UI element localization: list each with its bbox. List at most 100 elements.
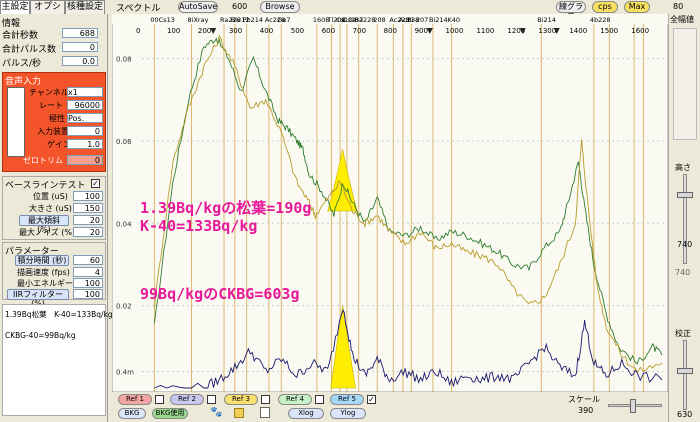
calibration-slider-thumb[interactable] <box>677 368 693 374</box>
max-noise-field[interactable]: 20 <box>73 227 103 237</box>
x-tick-label: 1400 <box>569 27 587 35</box>
notes-line-2: CKBG-40=99Bq/kg <box>5 331 76 340</box>
x-tick-label: 1000 <box>446 27 464 35</box>
autosave-button[interactable]: AutoSave <box>178 1 218 13</box>
zero-trim-field[interactable]: 0 <box>67 155 103 165</box>
overlay-line-2: K-40=133Bq/kg <box>140 217 258 235</box>
ref5-button[interactable]: Ref 5 <box>330 394 364 405</box>
xlog-button[interactable]: Xlog <box>288 408 324 419</box>
max-button[interactable]: Max <box>624 1 650 13</box>
integration-time-button[interactable]: 積分時間 (秒) <box>15 255 69 266</box>
browse-button[interactable]: Browse <box>260 1 300 13</box>
min-energy-field[interactable]: 100 <box>73 278 103 288</box>
input-device-field[interactable]: 0 <box>67 126 103 136</box>
baseline-title: ベースラインテスト <box>5 181 86 191</box>
nuclide-label: K40 <box>448 16 461 24</box>
nuclide-label: Bi-207 <box>407 16 428 24</box>
size-field[interactable]: 150 <box>73 203 103 213</box>
fullwidth-label: 全幅値 <box>670 15 694 24</box>
left-panel: 情報 合計秒数 688 合計パルス数 0 パルス/秒 0.0 音声入力 チャンネ… <box>0 14 113 422</box>
position-field[interactable]: 100 <box>73 191 103 201</box>
notes-area[interactable]: 1.39Bq松葉 K-40=133Bq/kg CKBG-40=99Bq/kg <box>2 304 113 416</box>
ref2-button[interactable]: Ref 2 <box>170 394 204 405</box>
nuclide-label: 00Cs13 <box>150 16 174 24</box>
document-icon[interactable] <box>260 407 270 418</box>
x-tick-label: 1100 <box>476 27 494 35</box>
height-tick: 740 <box>675 268 691 277</box>
tab-options[interactable]: オプション <box>30 0 65 25</box>
input-device-label: 入力装置 <box>37 127 69 136</box>
nuclide-label: 8iXray <box>188 16 209 24</box>
ref1-checkbox[interactable] <box>155 395 164 404</box>
iir-filter-field[interactable]: 100 <box>73 289 103 299</box>
ref3-checkbox[interactable] <box>261 395 270 404</box>
y-tick-label: 0.04 <box>116 220 132 228</box>
max-noise-label: 最大ノイズ (%) <box>19 228 76 237</box>
size-label: 大きさ (uS) <box>29 204 72 213</box>
x-tick-label: 300 <box>229 27 242 35</box>
scale-slider-thumb[interactable] <box>630 399 636 413</box>
fullwidth-track[interactable] <box>673 28 697 140</box>
integration-time-field[interactable]: 60 <box>73 255 103 265</box>
nuclide-label: 208 <box>373 16 385 24</box>
ref1-button[interactable]: Ref 1 <box>118 394 152 405</box>
rate-field[interactable]: 96000 <box>67 100 103 110</box>
x-tick-label: 1300 <box>538 27 556 35</box>
zero-trim-label: ゼロトリム <box>23 156 63 165</box>
x-tick-label: 100 <box>167 27 180 35</box>
polarity-select[interactable]: Pos. <box>67 113 103 123</box>
x-tick-label: 600 <box>322 27 335 35</box>
level-meter <box>7 87 25 157</box>
x-tick-label: 700 <box>353 27 366 35</box>
min-energy-label: 最小エネルギー <box>17 279 73 288</box>
rate-label: レート <box>39 101 63 110</box>
ref3-button[interactable]: Ref 3 <box>224 394 258 405</box>
ref4-checkbox[interactable] <box>315 395 324 404</box>
x-tick-label: 0 <box>136 27 140 35</box>
baseline-checkbox[interactable]: ✓ <box>91 179 100 188</box>
height-value: 740 <box>677 240 693 249</box>
ref5-checkbox[interactable]: ✓ <box>367 395 376 404</box>
max-tilt-field[interactable]: 20 <box>73 215 103 225</box>
overlay-line-3: 99Bq/kgのCKBG=603g <box>140 285 300 303</box>
lock-icon[interactable] <box>234 408 244 418</box>
pulses-per-sec-value: 0.0 <box>62 56 98 66</box>
ylog-button[interactable]: Ylog <box>330 408 366 419</box>
tab-nuclide-settings[interactable]: 核種設定 <box>65 0 105 14</box>
x-tick-label: 1600 <box>631 27 649 35</box>
ref2-checkbox[interactable] <box>207 395 216 404</box>
total-seconds-label: 合計秒数 <box>2 31 39 41</box>
bkg-use-button[interactable]: BKG使用 <box>152 408 188 419</box>
ref4-button[interactable]: Ref 4 <box>278 394 312 405</box>
x-tick-label: 900 <box>415 27 428 35</box>
total-pulses-label: 合計パルス数 <box>2 45 57 55</box>
baseline-section: ベースラインテスト ✓ 位置 (uS) 100 大きさ (uS) 150 最大傾… <box>2 176 106 240</box>
line-graph-button[interactable]: 線グラフ <box>556 1 586 21</box>
audio-input-title: 音声入力 <box>5 77 42 87</box>
bottom-bar: Ref 1 Ref 2 Ref 3 Ref 4 Ref 5 ✓ BKG BKG使… <box>108 392 668 422</box>
calibration-slider-track[interactable] <box>683 340 687 410</box>
gain-field[interactable]: 1.0 <box>67 139 103 149</box>
draw-speed-field[interactable]: 4 <box>73 267 103 277</box>
max-tilt-button[interactable]: 最大傾斜 (%) <box>19 215 69 234</box>
x-tick-label: 400 <box>260 27 273 35</box>
iir-filter-button[interactable]: IIRフィルター (%) <box>7 289 69 308</box>
channel-select[interactable]: x1 <box>67 87 103 97</box>
x-tick-label: 1500 <box>600 27 618 35</box>
cps-button[interactable]: cps <box>592 1 618 13</box>
height-slider-thumb[interactable] <box>677 192 693 198</box>
scale-value: 390 <box>578 406 594 415</box>
paw-icon[interactable]: 🐾 <box>210 407 222 418</box>
y-tick-label: 0.02 <box>116 303 132 311</box>
x-tick-label: 800 <box>384 27 397 35</box>
spectrum-title: スペクトル <box>116 4 161 14</box>
x-tick-label: 500 <box>291 27 304 35</box>
bkg-button[interactable]: BKG <box>118 408 146 419</box>
audio-input-section: 音声入力 チャンネル x1 レート 96000 極性 Pos. 入力装置 0 ゲ… <box>2 72 106 172</box>
nuclide-label: 4b228 <box>590 16 611 24</box>
notes-line-1: 1.39Bq松葉 K-40=133Bq/kg <box>5 310 113 319</box>
total-pulses-value: 0 <box>62 42 98 52</box>
height-slider-track[interactable] <box>683 174 687 264</box>
polarity-label: 極性 <box>49 114 65 123</box>
tab-main-settings[interactable]: 主設定 <box>0 0 30 14</box>
